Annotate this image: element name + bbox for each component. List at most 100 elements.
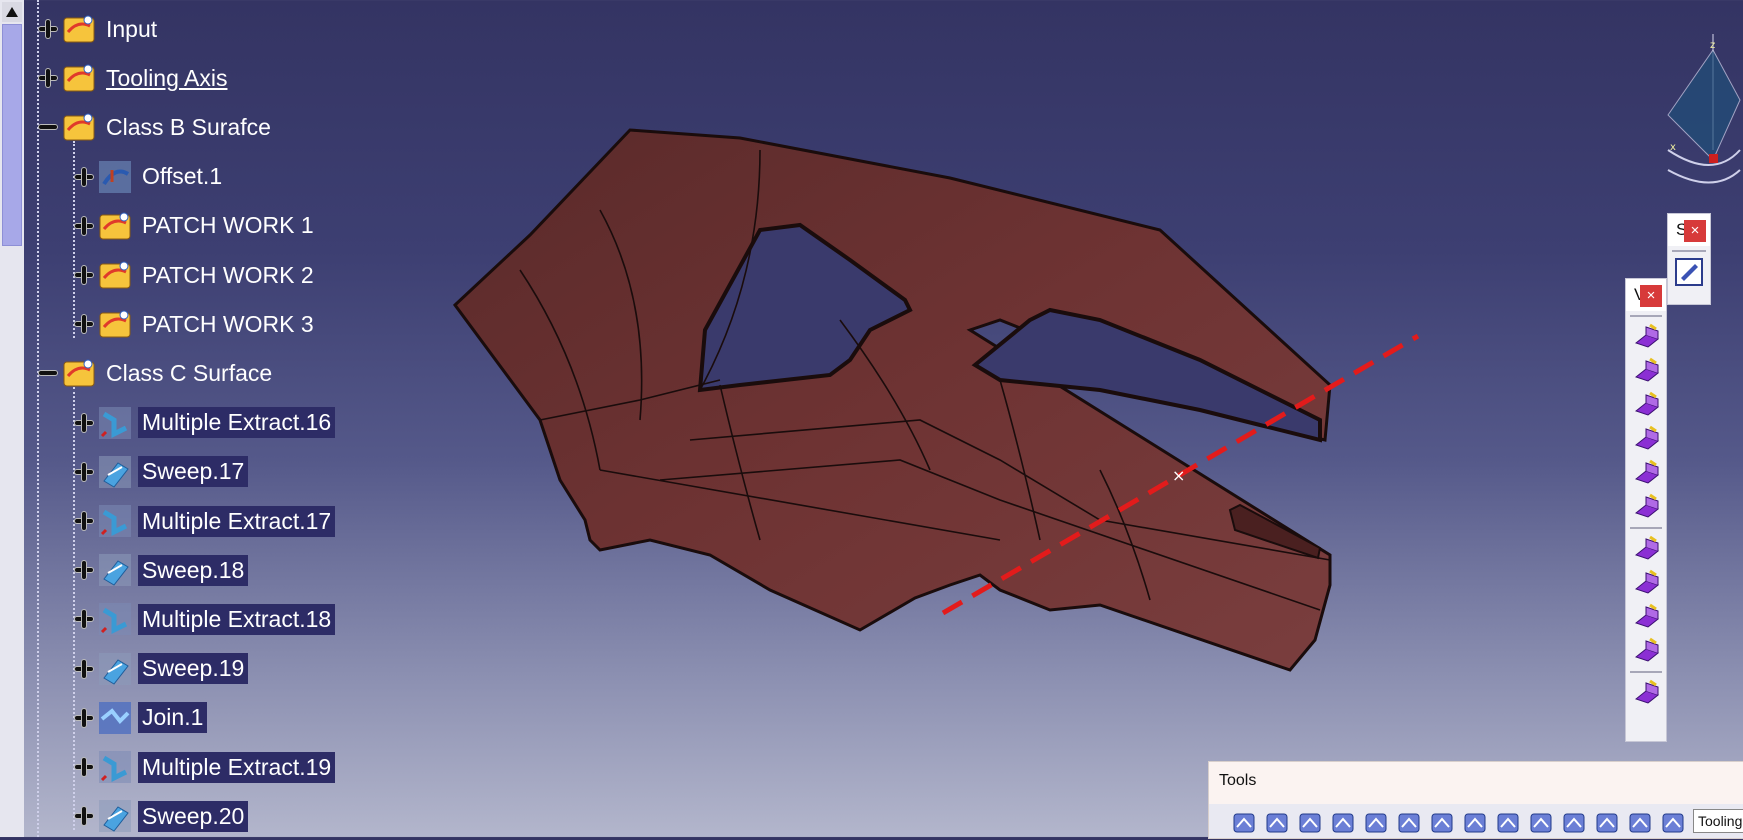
sweep-icon[interactable]	[98, 455, 132, 489]
thickness-icon[interactable]	[1630, 457, 1662, 489]
cylinder-view-icon[interactable]	[1396, 811, 1422, 835]
geometrical-set-icon[interactable]	[98, 258, 132, 292]
tree-node[interactable]: PATCH WORK 2	[74, 255, 318, 295]
tree-node-label[interactable]: Sweep.18	[138, 554, 249, 586]
expand-plus-icon[interactable]	[74, 806, 94, 826]
box-view-icon[interactable]	[1429, 811, 1455, 835]
geometrical-set-icon[interactable]	[98, 307, 132, 341]
scroll-up-button[interactable]	[2, 2, 22, 22]
tree-node-label[interactable]: Tooling Axis	[102, 63, 231, 94]
publish-icon[interactable]	[1495, 811, 1521, 835]
expand-plus-icon[interactable]	[74, 167, 94, 187]
revolve-volume-icon[interactable]	[1630, 601, 1662, 633]
geometrical-set-icon[interactable]	[62, 356, 96, 390]
tree-node-label[interactable]: Class B Surafce	[102, 112, 275, 143]
hand-select-icon[interactable]	[1264, 811, 1290, 835]
expand-plus-icon[interactable]	[74, 265, 94, 285]
expand-plus-icon[interactable]	[74, 708, 94, 728]
tree-node-label[interactable]: PATCH WORK 3	[138, 309, 318, 340]
axis-system-icon[interactable]	[1297, 811, 1323, 835]
cut-icon[interactable]	[1462, 811, 1488, 835]
tree-node-label[interactable]: PATCH WORK 2	[138, 260, 318, 291]
volume-solid-icon[interactable]	[1630, 533, 1662, 565]
join-icon[interactable]	[98, 701, 132, 735]
expand-plus-icon[interactable]	[74, 413, 94, 433]
expand-plus-icon[interactable]	[38, 19, 58, 39]
split-volume-icon[interactable]	[1630, 635, 1662, 667]
extract-icon[interactable]	[98, 406, 132, 440]
pad-icon[interactable]	[1630, 321, 1662, 353]
tree-node-label[interactable]: Sweep.17	[138, 456, 249, 488]
geometrical-set-icon[interactable]	[62, 12, 96, 46]
collapse-minus-icon[interactable]	[38, 363, 58, 383]
tree-node[interactable]: Multiple Extract.18	[74, 599, 336, 639]
tree-node[interactable]: Offset.1	[74, 157, 226, 197]
spec-tree-icon[interactable]	[1330, 811, 1356, 835]
update-icon[interactable]	[1231, 811, 1257, 835]
tree-node-label[interactable]: Multiple Extract.17	[138, 505, 336, 537]
tree-node[interactable]: Sweep.17	[74, 452, 249, 492]
tree-node-label[interactable]: Offset.1	[138, 161, 226, 192]
tree-node-label[interactable]: PATCH WORK 1	[138, 210, 318, 241]
shell-icon[interactable]	[1630, 491, 1662, 523]
volumes-toolbar[interactable]: V ×	[1625, 278, 1667, 742]
expand-plus-icon[interactable]	[74, 560, 94, 580]
tree-node[interactable]: Sweep.19	[74, 649, 249, 689]
tree-node[interactable]: Input	[38, 9, 161, 49]
tree-node[interactable]: Multiple Extract.16	[74, 403, 336, 443]
sweep-icon[interactable]	[98, 799, 132, 833]
tree-node-label[interactable]: Multiple Extract.19	[138, 751, 336, 783]
geometrical-set-icon[interactable]	[62, 110, 96, 144]
scroll-thumb[interactable]	[2, 24, 22, 246]
geometrical-set-icon[interactable]	[98, 209, 132, 243]
geometrical-set-icon[interactable]	[62, 61, 96, 95]
tree-node-label[interactable]: Class C Surface	[102, 358, 276, 389]
tag-icon[interactable]	[1594, 811, 1620, 835]
tree-expand-icon[interactable]	[1561, 811, 1587, 835]
expand-plus-icon[interactable]	[74, 511, 94, 531]
tree-scrollbar[interactable]	[0, 0, 24, 837]
tree-node[interactable]: Sweep.18	[74, 550, 249, 590]
list-icon[interactable]	[1627, 811, 1653, 835]
expand-plus-icon[interactable]	[74, 757, 94, 777]
expand-plus-icon[interactable]	[74, 462, 94, 482]
tree-node-label[interactable]: Multiple Extract.16	[138, 407, 336, 439]
tooling-badge[interactable]: Tooling	[1693, 809, 1743, 833]
compass-widget[interactable]: z x	[1660, 30, 1743, 190]
expand-plus-icon[interactable]	[74, 609, 94, 629]
extract-icon[interactable]	[98, 504, 132, 538]
extract-icon[interactable]	[98, 750, 132, 784]
sweep-icon[interactable]	[98, 652, 132, 686]
tools-toolbar[interactable]: Tools Tooling	[1208, 761, 1743, 839]
tree-node[interactable]: Sweep.20	[74, 796, 249, 836]
tree-node[interactable]: Class B Surafce	[38, 107, 275, 147]
offset-icon[interactable]	[98, 160, 132, 194]
drafted-pad-icon[interactable]	[1630, 389, 1662, 421]
sketcher-toolbar[interactable]: S ×	[1667, 213, 1711, 305]
tree-node-label[interactable]: Sweep.19	[138, 653, 249, 685]
tree-node[interactable]: Multiple Extract.19	[74, 747, 336, 787]
tree-node-label[interactable]: Sweep.20	[138, 800, 249, 832]
pocket-icon[interactable]	[1630, 355, 1662, 387]
tree-node[interactable]: Join.1	[74, 698, 208, 738]
tree-node[interactable]: PATCH WORK 3	[74, 304, 318, 344]
tree-node[interactable]: Class C Surface	[38, 353, 276, 393]
draft-pocket-icon[interactable]	[1630, 423, 1662, 455]
add-volume-icon[interactable]	[1630, 677, 1662, 709]
extrude-volume-icon[interactable]	[1630, 567, 1662, 599]
tree-node-label[interactable]: Multiple Extract.18	[138, 603, 336, 635]
collapse-minus-icon[interactable]	[38, 117, 58, 137]
grid-icon[interactable]	[1363, 811, 1389, 835]
tree-node-label[interactable]: Input	[102, 14, 161, 45]
close-icon[interactable]: ×	[1640, 285, 1662, 307]
eraser-icon[interactable]	[1660, 811, 1686, 835]
hide-icon[interactable]	[1528, 811, 1554, 835]
expand-plus-icon[interactable]	[74, 216, 94, 236]
tree-node[interactable]: Multiple Extract.17	[74, 501, 336, 541]
sweep-icon[interactable]	[98, 553, 132, 587]
sketch-icon[interactable]	[1673, 256, 1705, 288]
close-icon[interactable]: ×	[1684, 220, 1706, 242]
tree-node-label[interactable]: Join.1	[138, 702, 208, 734]
expand-plus-icon[interactable]	[74, 314, 94, 334]
tree-node[interactable]: PATCH WORK 1	[74, 206, 318, 246]
